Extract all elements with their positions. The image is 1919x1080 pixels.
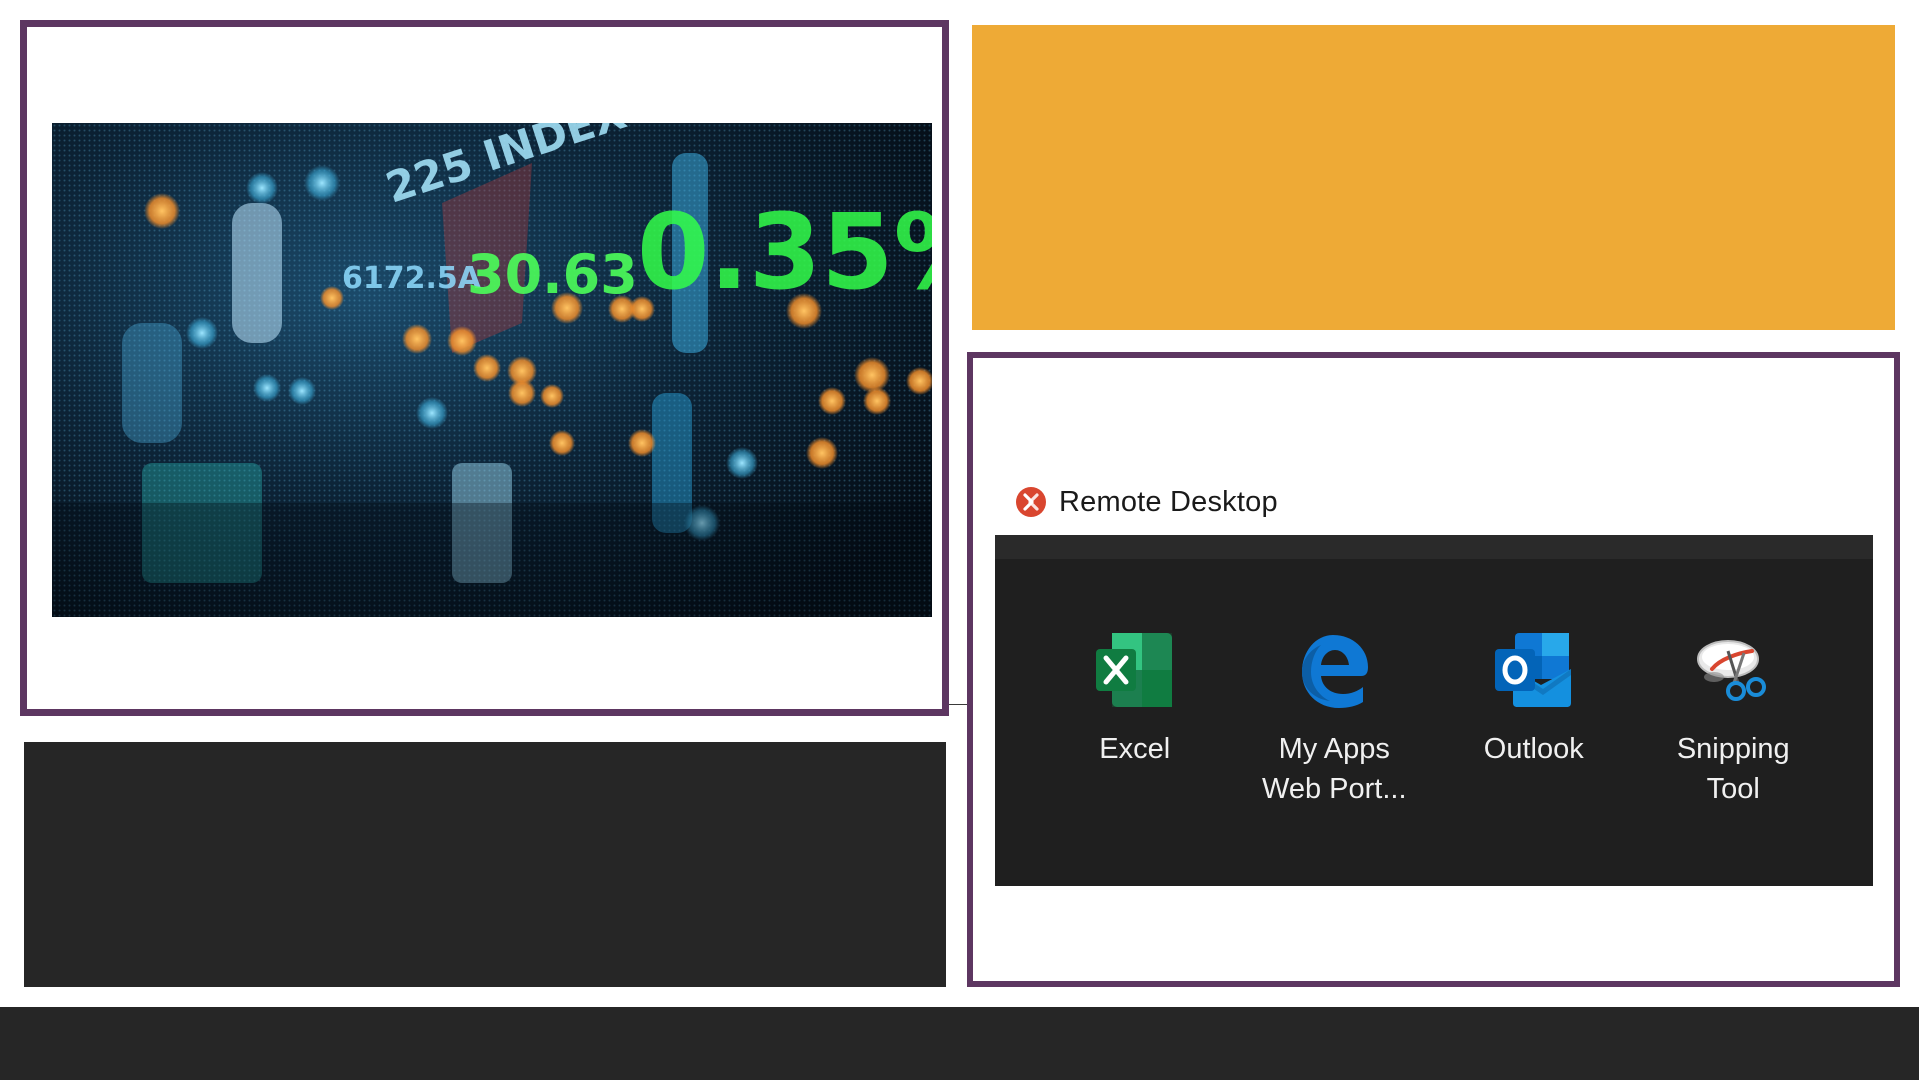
app-list: Excel My Apps Web Port... Outlook Snippi… <box>995 559 1873 886</box>
app-outlook[interactable]: Outlook <box>1444 559 1624 886</box>
excel-icon <box>1095 633 1172 707</box>
app-my-apps-web-portal[interactable]: My Apps Web Port... <box>1244 559 1424 886</box>
edge-icon <box>1302 635 1369 708</box>
remote-desktop-panel: Remote Desktop Excel My Apps Web Port...… <box>967 352 1900 987</box>
bottom-strip <box>0 1007 1919 1080</box>
orange-block <box>972 25 1895 330</box>
app-excel[interactable]: Excel <box>1045 559 1225 886</box>
app-snipping-tool[interactable]: Snipping Tool <box>1643 559 1823 886</box>
app-label: Excel <box>1099 733 1171 765</box>
stock-ticker-image: 225 INDEX 6172.5A 30.63 0.35% <box>52 123 932 617</box>
dark-block <box>24 742 946 987</box>
remote-desktop-title: Remote Desktop <box>1059 485 1278 518</box>
ticker-text-4: 6172.5A <box>342 261 482 296</box>
remote-desktop-header: Remote Desktop <box>1015 482 1278 522</box>
app-label: Outlook <box>1483 733 1584 765</box>
image-panel: 225 INDEX 6172.5A 30.63 0.35% <box>20 20 949 716</box>
remote-desktop-icon <box>1016 487 1046 517</box>
app-label: My Apps Web Port... <box>1261 733 1407 805</box>
ticker-text-2: 30.63 <box>467 243 638 306</box>
snipping-tool-icon <box>1697 640 1767 701</box>
outlook-icon <box>1494 633 1571 707</box>
launcher-top-bar <box>995 535 1873 559</box>
app-label: Snipping Tool <box>1676 733 1790 805</box>
app-launcher: Excel My Apps Web Port... Outlook Snippi… <box>995 535 1873 886</box>
ticker-text-3: 0.35% <box>637 191 932 313</box>
